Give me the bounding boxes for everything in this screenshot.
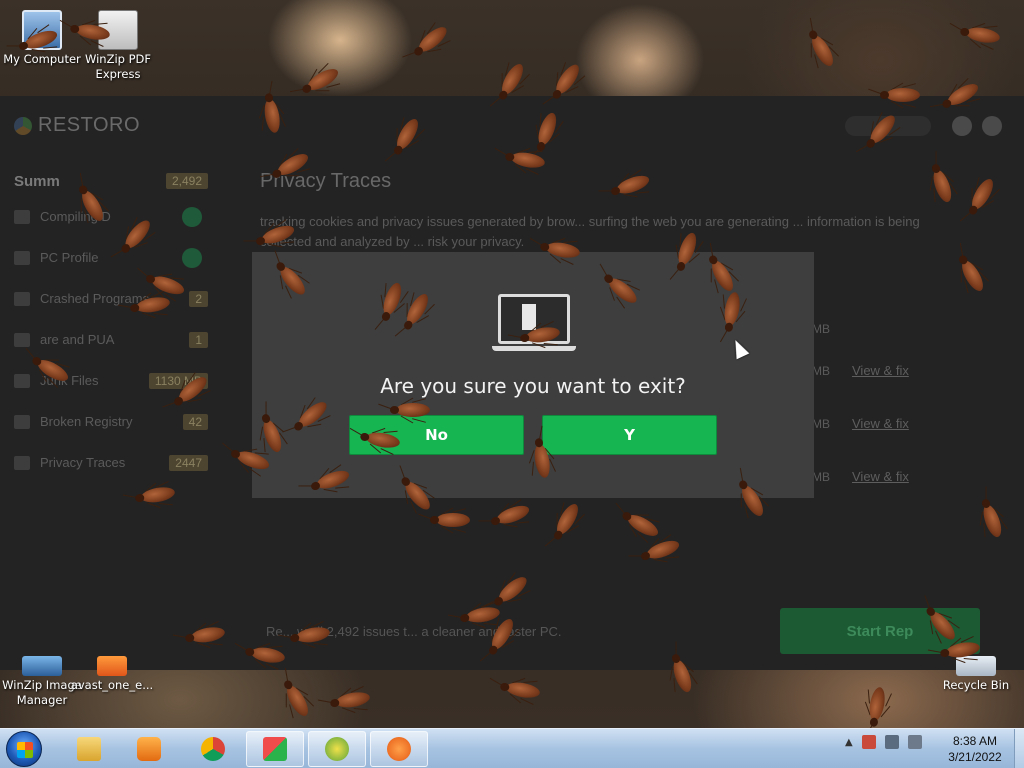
sidebar-item-pc-profile[interactable]: PC Profile xyxy=(0,237,222,278)
yes-button[interactable]: Y xyxy=(542,415,717,455)
media-player-icon xyxy=(137,737,161,761)
sidebar-item-count: 2447 xyxy=(169,454,208,471)
sidebar-item-count: 2 xyxy=(189,290,208,307)
chrome-icon xyxy=(201,737,225,761)
sidebar-item-count: 1 xyxy=(189,331,208,348)
desktop-icon-label: avast_one_e... xyxy=(70,678,154,692)
start-button[interactable] xyxy=(6,731,42,767)
row-size: MB xyxy=(812,417,830,431)
cockroach-icon xyxy=(418,507,474,534)
sidebar-item-label: Privacy Traces xyxy=(40,455,126,470)
tray-expand-icon[interactable]: ▲ xyxy=(845,737,853,748)
check-icon xyxy=(182,206,202,227)
lock-icon xyxy=(14,455,30,470)
cockroach-icon xyxy=(868,82,924,109)
restoro-logo-text: RESTORO xyxy=(38,114,141,136)
avast-icon xyxy=(387,737,411,761)
pc-profile-icon xyxy=(14,250,30,265)
sidebar: Summ 2,492 Compiling D PC Profile Crashe… xyxy=(0,166,222,483)
taskbar-winzip[interactable] xyxy=(308,731,366,767)
summary-header[interactable]: Summ 2,492 xyxy=(0,166,222,196)
sidebar-item-compiling[interactable]: Compiling D xyxy=(0,196,222,237)
desktop-icon-label: My Computer xyxy=(3,52,81,66)
sidebar-item-label: PC Profile xyxy=(40,250,99,265)
sidebar-item-malware[interactable]: are and PUA 1 xyxy=(0,319,222,360)
cockroach-icon xyxy=(378,397,434,424)
sidebar-item-label: Broken Registry xyxy=(40,414,133,429)
close-button[interactable] xyxy=(982,116,1002,136)
network-icon[interactable] xyxy=(884,735,899,749)
row-size: MB xyxy=(812,322,830,336)
view-fix-link[interactable]: View & fix xyxy=(852,416,909,431)
winzip-image-icon xyxy=(22,656,62,676)
folder-icon xyxy=(77,737,101,761)
check-icon xyxy=(182,247,202,268)
minimize-button[interactable] xyxy=(952,116,972,136)
taskbar-chrome[interactable] xyxy=(184,731,242,767)
sidebar-item-count: 42 xyxy=(182,413,208,430)
sidebar-item-broken-registry[interactable]: Broken Registry 42 xyxy=(0,401,222,442)
volume-icon[interactable] xyxy=(907,735,922,749)
sidebar-item-privacy-traces[interactable]: Privacy Traces 2447 xyxy=(0,442,222,483)
row-size: MB xyxy=(812,470,830,484)
registry-icon xyxy=(14,414,30,429)
taskbar-media-player[interactable] xyxy=(120,731,178,767)
page-description: tracking cookies and privacy issues gene… xyxy=(260,214,920,249)
sidebar-item-label: Compiling D xyxy=(40,209,111,224)
trash-icon xyxy=(14,373,30,388)
summary-label: Summ xyxy=(14,172,60,190)
clock[interactable]: 8:38 AM 3/21/2022 xyxy=(940,733,1010,765)
desktop-icon-label: WinZip PDF Express xyxy=(84,52,152,81)
view-fix-link[interactable]: View & fix xyxy=(852,469,909,484)
compiling-icon xyxy=(14,209,30,224)
restoro-logo-icon xyxy=(14,116,32,135)
action-center-icon[interactable] xyxy=(861,735,876,749)
system-tray: ▲ xyxy=(845,735,922,749)
clock-date: 3/21/2022 xyxy=(948,750,1002,764)
crashed-programs-icon xyxy=(14,291,30,306)
taskbar: ▲ 8:38 AM 3/21/2022 xyxy=(0,728,1024,768)
restoro-logo: RESTORO xyxy=(14,114,140,137)
show-desktop-button[interactable] xyxy=(1014,729,1024,768)
desktop-icon-label: Recycle Bin xyxy=(942,678,1010,692)
dialog-question: Are you sure you want to exit? xyxy=(380,374,686,398)
taskbar-app[interactable] xyxy=(246,731,304,767)
row-size: MB xyxy=(812,364,830,378)
windows-logo-icon xyxy=(17,742,33,758)
taskbar-avast[interactable] xyxy=(370,731,428,767)
summary-count-badge: 2,492 xyxy=(165,173,208,189)
view-fix-link[interactable]: View & fix xyxy=(852,363,909,378)
clock-time: 8:38 AM xyxy=(952,734,998,748)
sidebar-item-label: are and PUA xyxy=(40,332,115,347)
laptop-exit-icon xyxy=(492,294,576,356)
desktop-icon-avast[interactable]: avast_one_e... xyxy=(70,656,154,693)
taskbar-explorer[interactable] xyxy=(60,731,118,767)
avast-icon xyxy=(97,656,127,676)
winzip-icon xyxy=(325,737,349,761)
app-icon xyxy=(263,737,287,761)
malware-icon xyxy=(14,332,30,347)
